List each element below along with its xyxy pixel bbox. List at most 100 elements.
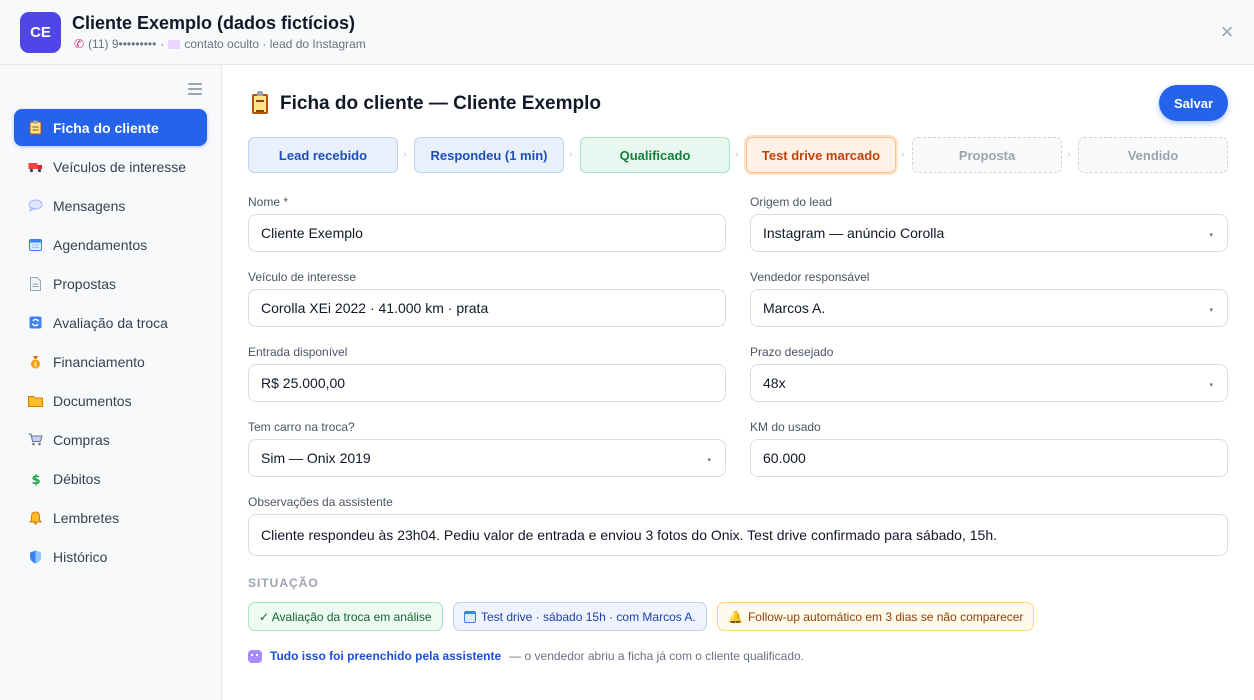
sidebar: Ficha do cliente Veículos de interesse M… bbox=[0, 65, 222, 700]
assistant-note: Tudo isso foi preenchido pela assistente… bbox=[248, 649, 804, 663]
clipboard-icon bbox=[252, 91, 268, 114]
stage-test-drive[interactable]: Test drive marcado bbox=[746, 137, 896, 173]
sidebar-item-ficha[interactable]: Ficha do cliente bbox=[14, 109, 207, 146]
stage-lead-recebido[interactable]: Lead recebido bbox=[248, 137, 398, 173]
bell-icon: 🔔 bbox=[728, 609, 743, 624]
entrada-value: R$ 25.000,00 bbox=[261, 375, 346, 391]
vendedor-label: Vendedor responsável bbox=[750, 270, 870, 284]
sidebar-item-label: Lembretes bbox=[53, 509, 120, 526]
status-badge-test-drive: Test drive · sábado 15h · com Marcos A. bbox=[453, 602, 707, 631]
stage-proposta[interactable]: Proposta bbox=[912, 137, 1062, 173]
sidebar-item-label: Financiamento bbox=[53, 353, 145, 370]
vendedor-value: Marcos A. bbox=[763, 300, 826, 316]
sidebar-item-debitos[interactable]: $ Débitos bbox=[14, 460, 207, 497]
speech-bubble-icon bbox=[28, 198, 43, 213]
sidebar-item-financiamento[interactable]: $ Financiamento bbox=[14, 343, 207, 380]
sidebar-item-lembretes[interactable]: Lembretes bbox=[14, 499, 207, 536]
sidebar-item-label: Agendamentos bbox=[53, 236, 148, 253]
document-icon bbox=[28, 276, 43, 291]
entrada-label: Entrada disponível bbox=[248, 345, 348, 359]
money-bag-icon: $ bbox=[28, 354, 43, 369]
chevron-right-icon: › bbox=[901, 149, 905, 160]
km-label: KM do usado bbox=[750, 420, 821, 434]
sidebar-item-compras[interactable]: Compras bbox=[14, 421, 207, 458]
page-title-text: Ficha do cliente — Cliente Exemplo bbox=[280, 93, 601, 114]
stage-vendido[interactable]: Vendido bbox=[1078, 137, 1228, 173]
svg-text:$: $ bbox=[34, 361, 38, 368]
status-badge-avaliacao: ✓ Avaliação da troca em análise bbox=[248, 602, 443, 631]
sidebar-item-label: Histórico bbox=[53, 548, 108, 565]
sidebar-item-label: Propostas bbox=[53, 275, 117, 292]
sidebar-item-label: Mensagens bbox=[53, 197, 126, 214]
sidebar-item-avaliacao[interactable]: Avaliação da troca bbox=[14, 304, 207, 341]
truck-icon bbox=[28, 159, 43, 174]
chevron-down-icon: ▾ bbox=[707, 457, 711, 464]
prazo-select[interactable]: 48x ▾ bbox=[750, 364, 1228, 402]
assistant-note-rest: — o vendedor abriu a ficha já com o clie… bbox=[509, 649, 805, 663]
vendedor-select[interactable]: Marcos A. ▾ bbox=[750, 289, 1228, 327]
hamburger-menu-icon[interactable] bbox=[188, 83, 202, 95]
chip-label: ✓ Avaliação da troca em análise bbox=[259, 609, 432, 624]
separator-dot: · bbox=[160, 37, 165, 51]
sidebar-item-veiculos[interactable]: Veículos de interesse bbox=[14, 148, 207, 185]
clipboard-icon bbox=[28, 120, 43, 135]
sidebar-item-agendamentos[interactable]: Agendamentos bbox=[14, 226, 207, 263]
robot-icon bbox=[248, 649, 262, 663]
avatar: CE bbox=[20, 12, 61, 53]
troca-select[interactable]: Sim — Onix 2019 ▾ bbox=[248, 439, 726, 477]
nome-label: Nome * bbox=[248, 195, 289, 209]
close-icon[interactable]: × bbox=[1217, 21, 1237, 43]
obs-label: Observações da assistente bbox=[248, 495, 393, 509]
dialog-header: CE Cliente Exemplo (dados fictícios) ✆ (… bbox=[0, 0, 1254, 65]
sidebar-item-mensagens[interactable]: Mensagens bbox=[14, 187, 207, 224]
save-button[interactable]: Salvar bbox=[1159, 85, 1228, 121]
cart-icon bbox=[28, 432, 43, 447]
origem-label: Origem do lead bbox=[750, 195, 833, 209]
sidebar-item-label: Ficha do cliente bbox=[53, 119, 159, 136]
obs-value: Cliente respondeu às 23h04. Pediu valor … bbox=[261, 527, 997, 543]
veiculo-value: Corolla XEi 2022 · 41.000 km · prata bbox=[261, 300, 489, 316]
sidebar-item-propostas[interactable]: Propostas bbox=[14, 265, 207, 302]
sidebar-item-label: Avaliação da troca bbox=[53, 314, 168, 331]
nome-value: Cliente Exemplo bbox=[261, 225, 363, 241]
origem-select[interactable]: Instagram — anúncio Corolla ▾ bbox=[750, 214, 1228, 252]
chevron-down-icon: ▾ bbox=[1209, 307, 1213, 314]
veiculo-label: Veículo de interesse bbox=[248, 270, 357, 284]
troca-label: Tem carro na troca? bbox=[248, 420, 355, 434]
nome-field[interactable]: Cliente Exemplo bbox=[248, 214, 726, 252]
assistant-note-strong: Tudo isso foi preenchido pela assistente bbox=[270, 649, 502, 663]
obs-textarea[interactable]: Cliente respondeu às 23h04. Pediu valor … bbox=[248, 514, 1228, 556]
page-title: Ficha do cliente — Cliente Exemplo bbox=[252, 91, 601, 115]
chevron-down-icon: ▾ bbox=[1209, 382, 1213, 389]
sidebar-item-documentos[interactable]: Documentos bbox=[14, 382, 207, 419]
chip-label: Test drive · sábado 15h · com Marcos A. bbox=[481, 609, 696, 624]
sidebar-item-historico[interactable]: Histórico bbox=[14, 538, 207, 575]
main-content: Ficha do cliente — Cliente Exemplo Salva… bbox=[222, 65, 1254, 700]
troca-value: Sim — Onix 2019 bbox=[261, 450, 371, 466]
client-title: Cliente Exemplo (dados fictícios) bbox=[72, 13, 356, 33]
stage-qualificado[interactable]: Qualificado bbox=[580, 137, 730, 173]
envelope-icon bbox=[168, 39, 181, 49]
chip-label: Follow-up automático em 3 dias se não co… bbox=[747, 609, 1024, 624]
chevron-right-icon: › bbox=[1067, 149, 1071, 160]
chevron-down-icon: ▾ bbox=[1209, 232, 1213, 239]
sidebar-nav: Ficha do cliente Veículos de interesse M… bbox=[14, 109, 207, 577]
sidebar-item-label: Compras bbox=[53, 431, 110, 448]
calendar-icon bbox=[464, 610, 476, 623]
chevron-right-icon: › bbox=[403, 149, 407, 160]
folder-icon bbox=[28, 393, 43, 408]
entrada-field[interactable]: R$ 25.000,00 bbox=[248, 364, 726, 402]
stage-respondeu[interactable]: Respondeu (1 min) bbox=[414, 137, 564, 173]
client-subtitle: ✆ (11) 9••••••••• · contato oculto · lea… bbox=[74, 37, 366, 51]
refresh-icon bbox=[28, 315, 43, 330]
sidebar-item-label: Débitos bbox=[53, 470, 101, 487]
origem-value: Instagram — anúncio Corolla bbox=[763, 225, 945, 241]
phone-number: (11) 9••••••••• bbox=[88, 37, 157, 51]
shield-icon bbox=[28, 549, 43, 564]
phone-icon: ✆ bbox=[74, 37, 85, 51]
veiculo-field[interactable]: Corolla XEi 2022 · 41.000 km · prata bbox=[248, 289, 726, 327]
bell-icon bbox=[28, 510, 43, 525]
prazo-value: 48x bbox=[763, 375, 786, 391]
sidebar-item-label: Documentos bbox=[53, 392, 132, 409]
km-field[interactable]: 60.000 bbox=[750, 439, 1228, 477]
